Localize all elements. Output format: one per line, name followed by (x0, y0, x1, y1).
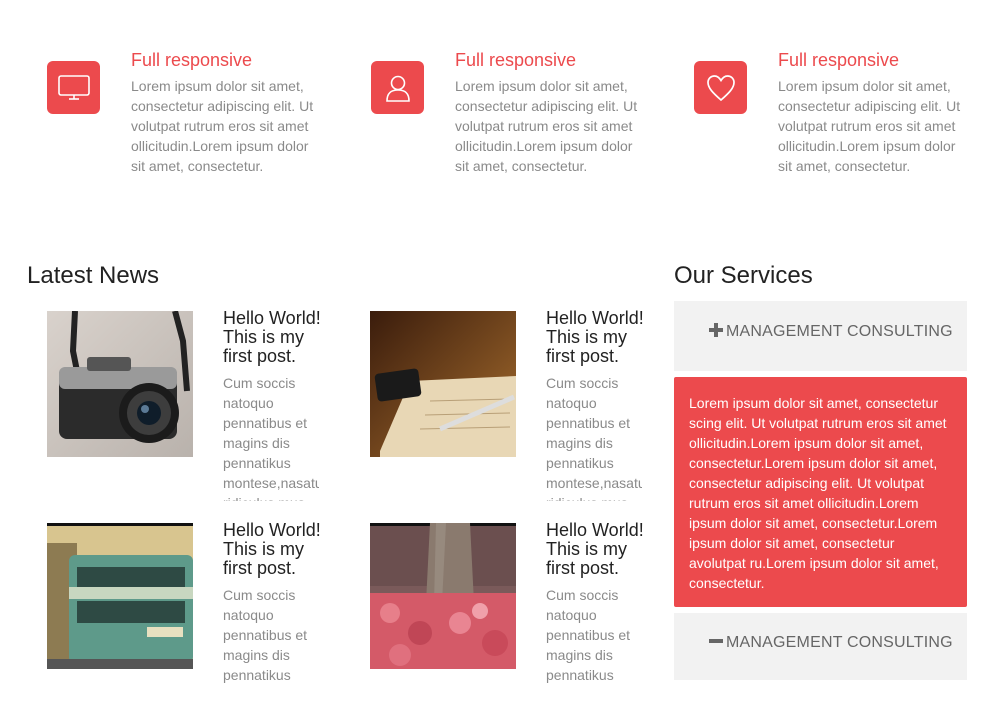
news-post[interactable]: Hello World! This is my first post. Cum … (370, 521, 670, 723)
post-excerpt: Cum soccis natoquo pennatibus et magins … (223, 375, 319, 501)
post-thumbnail-notebook[interactable] (370, 311, 516, 457)
service-label: MANAGEMENT CONSULTING (709, 322, 953, 340)
feature-card-3: Full responsive Lorem ipsum dolor sit am… (694, 50, 993, 180)
feature-card-1: Full responsive Lorem ipsum dolor sit am… (47, 50, 347, 180)
feature-description: Lorem ipsum dolor sit amet, consectetur … (455, 78, 638, 174)
post-title[interactable]: Hello World! This is my first post. (546, 309, 646, 366)
post-excerpt: Cum soccis natoquo pennatibus et magins … (546, 375, 642, 501)
latest-news-heading: Latest News (27, 262, 160, 289)
minus-icon (709, 634, 723, 648)
post-excerpt: Cum soccis natoquo pennatibus et magins … (546, 587, 631, 683)
monitor-icon (47, 61, 100, 114)
service-label-text: MANAGEMENT CONSULTING (726, 634, 953, 651)
feature-title: Full responsive (778, 50, 900, 70)
news-post[interactable]: Hello World! This is my first post. Cum … (47, 521, 347, 723)
news-post[interactable]: Hello World! This is my first post. Cum … (370, 309, 670, 511)
feature-title: Full responsive (455, 50, 577, 70)
feature-card-2: Full responsive Lorem ipsum dolor sit am… (371, 50, 671, 180)
service-accordion-header[interactable]: MANAGEMENT CONSULTING (674, 613, 967, 680)
feature-description: Lorem ipsum dolor sit amet, consectetur … (131, 78, 314, 174)
feature-description: Lorem ipsum dolor sit amet, consectetur … (778, 78, 961, 174)
post-thumbnail-tree[interactable] (370, 523, 516, 669)
post-title[interactable]: Hello World! This is my first post. (546, 521, 646, 578)
service-accordion-header[interactable]: MANAGEMENT CONSULTING (674, 301, 967, 371)
post-excerpt: Cum soccis natoquo pennatibus et magins … (223, 587, 308, 683)
plus-icon (709, 323, 723, 337)
service-label: MANAGEMENT CONSULTING (709, 633, 953, 651)
service-accordion-content: Lorem ipsum dolor sit amet, consectetur … (674, 377, 967, 607)
our-services-heading: Our Services (674, 262, 813, 289)
service-description: Lorem ipsum dolor sit amet, consectetur … (689, 395, 947, 591)
news-post[interactable]: Hello World! This is my first post. Cum … (47, 309, 347, 511)
heart-icon (694, 61, 747, 114)
post-title[interactable]: Hello World! This is my first post. (223, 309, 323, 366)
user-icon (371, 61, 424, 114)
post-title[interactable]: Hello World! This is my first post. (223, 521, 323, 578)
post-thumbnail-tram[interactable] (47, 523, 193, 669)
service-label-text: MANAGEMENT CONSULTING (726, 323, 953, 340)
post-thumbnail-camera[interactable] (47, 311, 193, 457)
feature-title: Full responsive (131, 50, 253, 70)
